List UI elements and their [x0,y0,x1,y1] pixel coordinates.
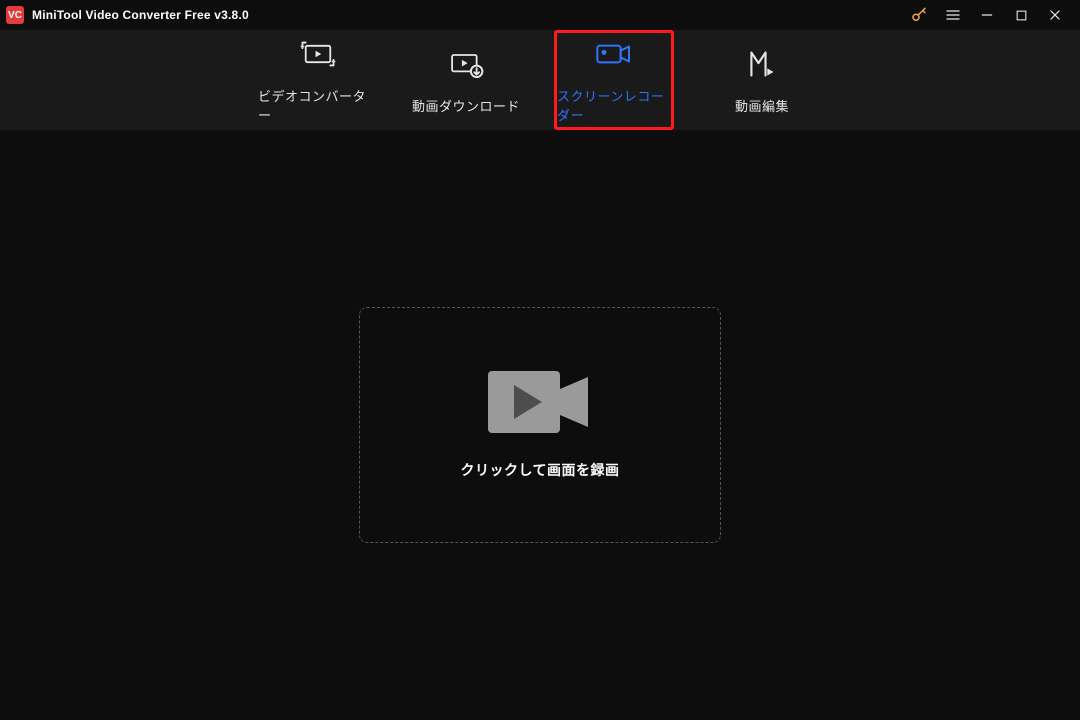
record-screen-area[interactable]: クリックして画面を録画 [359,307,721,543]
tab-video-editor[interactable]: 動画編集 [702,30,822,130]
title-bar: VC MiniTool Video Converter Free v3.8.0 [0,0,1080,30]
tab-video-download[interactable]: 動画ダウンロード [406,30,526,130]
record-prompt-text: クリックして画面を録画 [460,460,619,480]
download-icon [448,46,484,82]
app-logo-icon: VC [6,6,24,24]
close-button[interactable] [1038,0,1072,30]
app-window: VC MiniTool Video Converter Free v3.8.0 [0,0,1080,720]
tab-label: 動画ダウンロード [412,96,520,115]
menu-button[interactable] [936,0,970,30]
convert-icon [300,36,336,72]
video-editor-icon [746,46,778,82]
tab-video-converter[interactable]: ビデオコンバーター [258,30,378,130]
maximize-button[interactable] [1004,0,1038,30]
camera-play-icon [488,371,592,438]
main-content: クリックして画面を録画 [0,130,1080,720]
minimize-button[interactable] [970,0,1004,30]
screen-recorder-icon [594,36,634,72]
tab-label: スクリーンレコーダー [557,86,671,124]
top-tab-bar: ビデオコンバーター 動画ダウンロード [0,30,1080,130]
tab-label: 動画編集 [735,96,789,115]
tab-screen-recorder[interactable]: スクリーンレコーダー [554,30,674,130]
tab-label: ビデオコンバーター [258,86,378,124]
app-title: MiniTool Video Converter Free v3.8.0 [32,8,249,22]
upgrade-key-icon[interactable] [902,0,936,30]
